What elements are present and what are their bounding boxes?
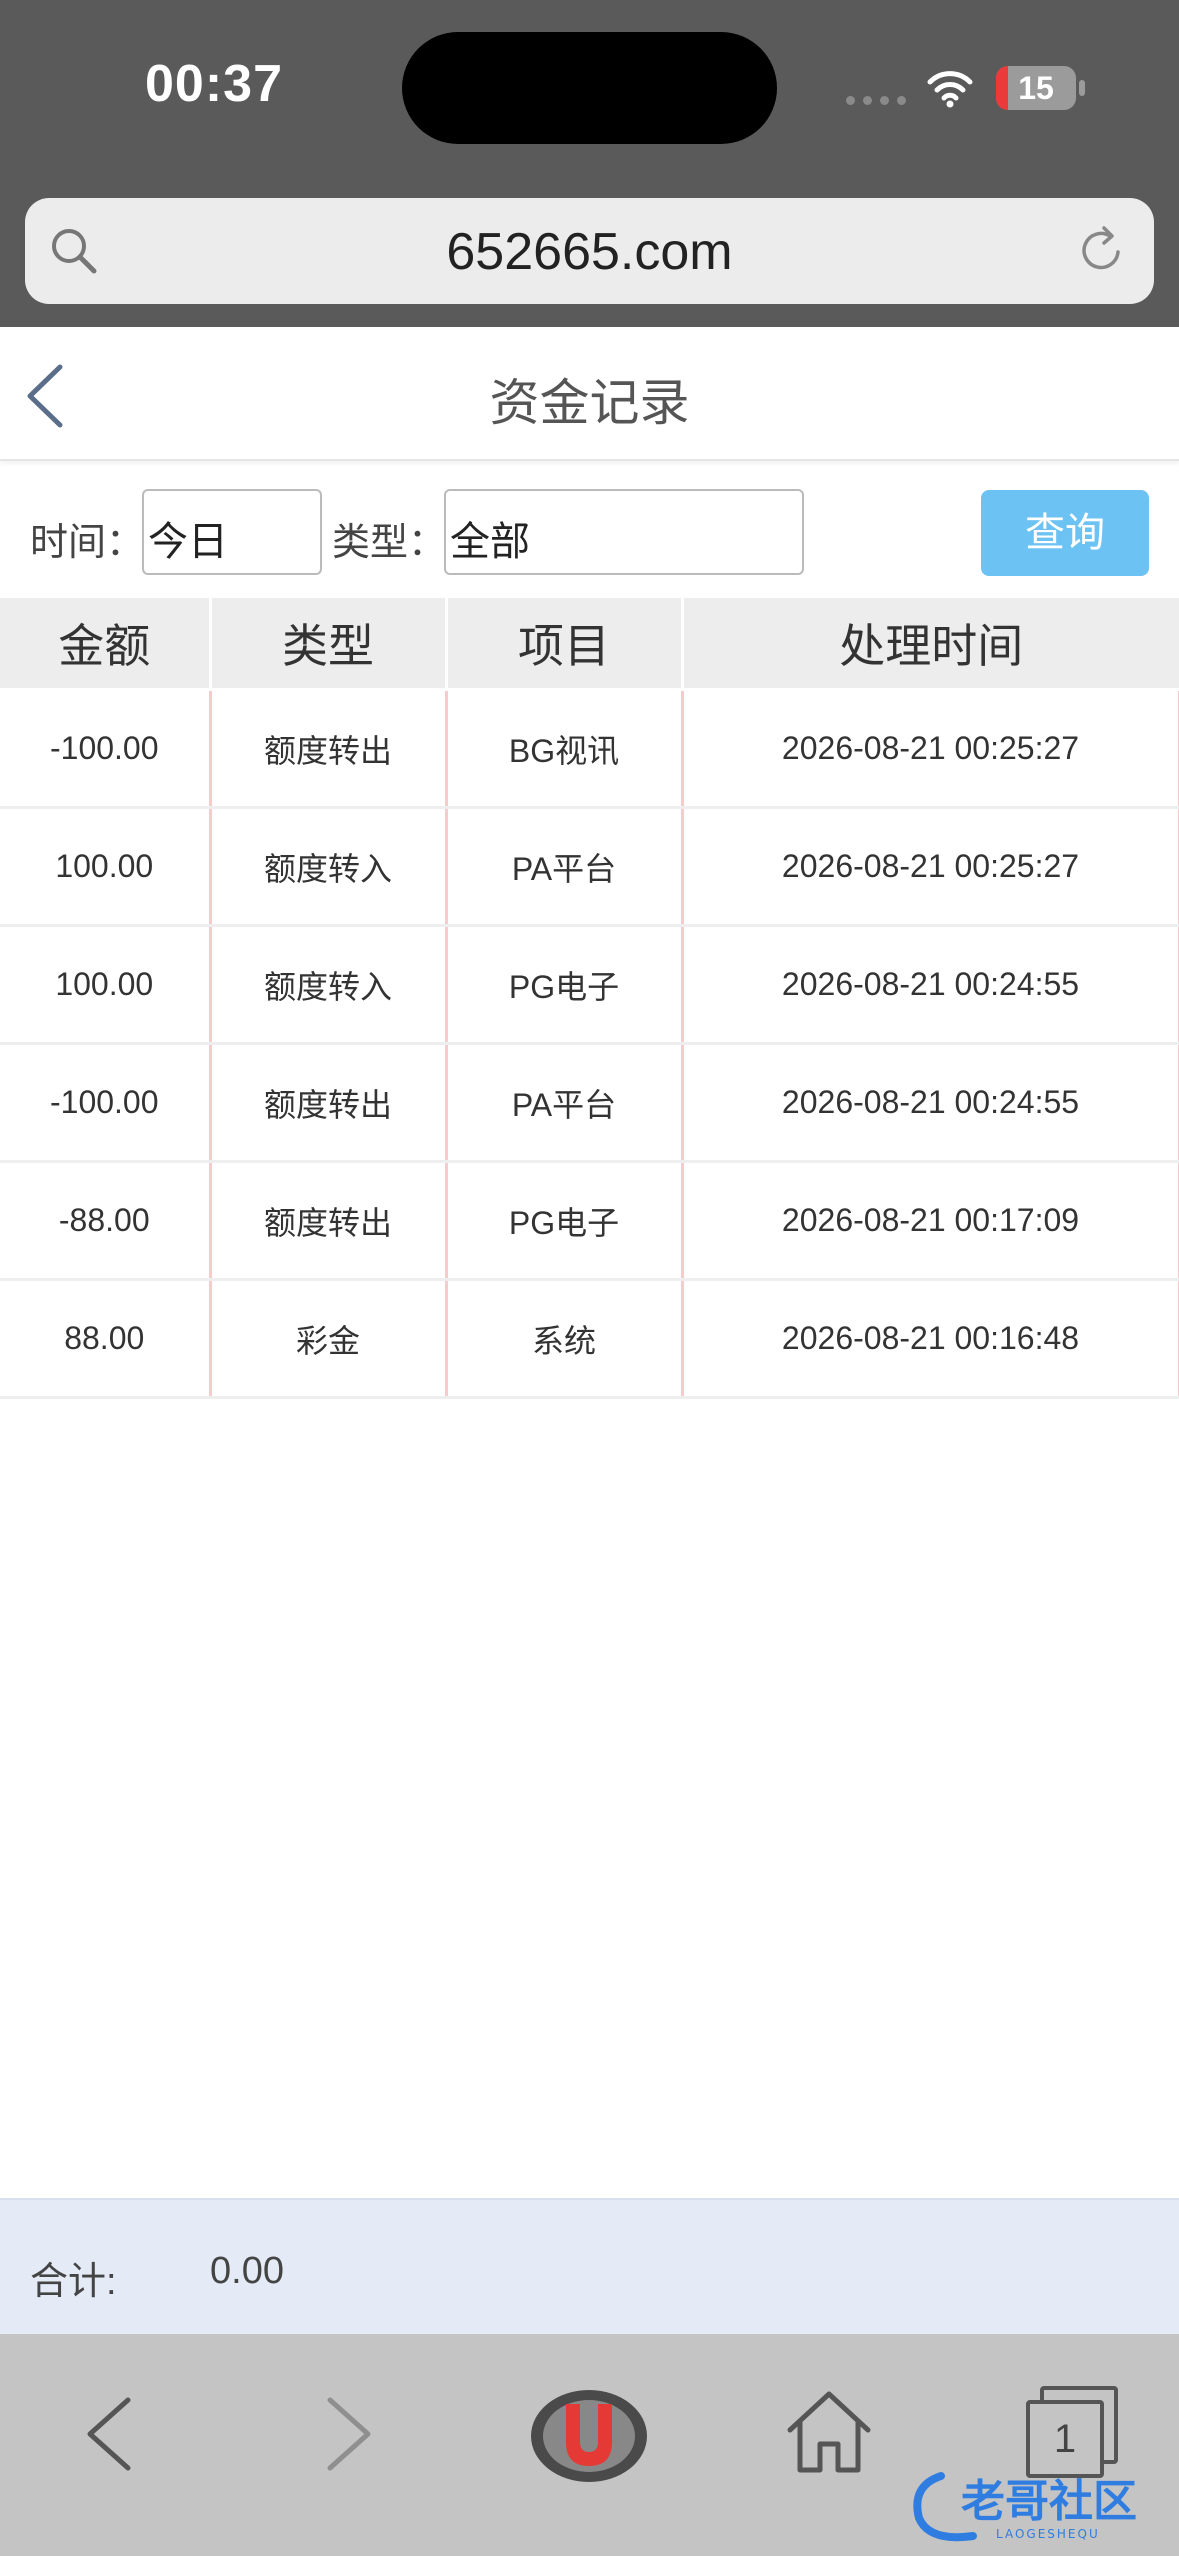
url-text[interactable]: 652665.com: [25, 222, 1154, 282]
battery-tip: [1079, 80, 1085, 96]
cell-item: PG电子: [444, 925, 682, 1045]
filter-bar: 时间： 今日 类型： 全部 查询: [0, 459, 1179, 599]
cell-item: PA平台: [444, 807, 682, 927]
watermark-logo: 老哥社区 LAOGESHEQU: [913, 2472, 1137, 2542]
cell-time: 2026-08-21 00:24:55: [680, 925, 1179, 1045]
cell-time: 2026-08-21 00:24:55: [680, 1043, 1179, 1163]
cell-type: 额度转出: [208, 1161, 446, 1281]
type-filter-label: 类型：: [332, 522, 447, 564]
browser-back-icon[interactable]: [80, 2394, 140, 2474]
page-title: 资金记录: [489, 375, 690, 431]
cell-amount: -88.00: [0, 1161, 210, 1281]
wifi-icon: [927, 71, 973, 108]
cell-time: 2026-08-21 00:17:09: [680, 1161, 1179, 1281]
browser-forward-icon[interactable]: [318, 2394, 378, 2474]
table-row: 100.00 额度转入 PA平台 2026-08-21 00:25:27: [0, 807, 1179, 927]
cell-amount: -100.00: [0, 1043, 210, 1163]
page-header: 资金记录: [0, 327, 1179, 461]
time-filter-label: 时间：: [30, 522, 145, 564]
status-time: 00:37: [145, 55, 283, 113]
cell-item: BG视讯: [444, 689, 682, 809]
column-header-time: 处理时间: [680, 598, 1179, 691]
cell-time: 2026-08-21 00:25:27: [680, 807, 1179, 927]
cell-amount: -100.00: [0, 689, 210, 809]
total-label: 合计:: [30, 2261, 117, 2303]
cell-amount: 100.00: [0, 807, 210, 927]
cell-type: 彩金: [208, 1279, 446, 1399]
cell-amount: 88.00: [0, 1279, 210, 1399]
browser-toolbar: 1 老哥社区 LAOGESHEQU: [0, 2334, 1179, 2556]
type-filter-select[interactable]: 全部: [444, 489, 804, 575]
total-value: 0.00: [210, 2250, 284, 2292]
cell-type: 额度转入: [208, 807, 446, 927]
cell-time: 2026-08-21 00:25:27: [680, 689, 1179, 809]
table-row: 100.00 额度转入 PG电子 2026-08-21 00:24:55: [0, 925, 1179, 1045]
cell-time: 2026-08-21 00:16:48: [680, 1279, 1179, 1399]
cell-amount: 100.00: [0, 925, 210, 1045]
table-row: -88.00 额度转出 PG电子 2026-08-21 00:17:09: [0, 1161, 1179, 1281]
records-table: 金额 类型 项目 处理时间 -100.00 额度转出 BG视讯 2026-08-…: [0, 598, 1179, 1399]
cell-item: PG电子: [444, 1161, 682, 1281]
cellular-signal-icon: [846, 96, 906, 105]
cell-item: 系统: [444, 1279, 682, 1399]
table-row: 88.00 彩金 系统 2026-08-21 00:16:48: [0, 1279, 1179, 1399]
reload-icon[interactable]: [1074, 222, 1130, 278]
dynamic-island: [402, 32, 777, 144]
cell-type: 额度转出: [208, 689, 446, 809]
table-header-row: 金额 类型 项目 处理时间: [0, 598, 1179, 691]
battery-indicator: 15: [996, 66, 1076, 110]
column-header-type: 类型: [208, 598, 446, 691]
watermark-subtext: LAOGESHEQU: [996, 2527, 1100, 2541]
app-logo-icon[interactable]: [528, 2386, 650, 2486]
time-filter-select[interactable]: 今日: [142, 489, 322, 575]
home-icon[interactable]: [784, 2386, 874, 2476]
battery-percent: 15: [1018, 70, 1054, 106]
cell-item: PA平台: [444, 1043, 682, 1163]
browser-chrome: 00:37 15 652665.com: [0, 0, 1179, 327]
column-header-item: 项目: [444, 598, 682, 691]
column-header-amount: 金额: [0, 598, 210, 691]
query-button[interactable]: 查询: [981, 490, 1149, 576]
table-row: -100.00 额度转出 BG视讯 2026-08-21 00:25:27: [0, 689, 1179, 809]
cell-type: 额度转出: [208, 1043, 446, 1163]
watermark-text: 老哥社区: [961, 2476, 1137, 2527]
total-summary-bar: 合计: 0.00: [0, 2198, 1179, 2336]
cell-type: 额度转入: [208, 925, 446, 1045]
address-bar[interactable]: 652665.com: [25, 198, 1154, 304]
table-row: -100.00 额度转出 PA平台 2026-08-21 00:24:55: [0, 1043, 1179, 1163]
